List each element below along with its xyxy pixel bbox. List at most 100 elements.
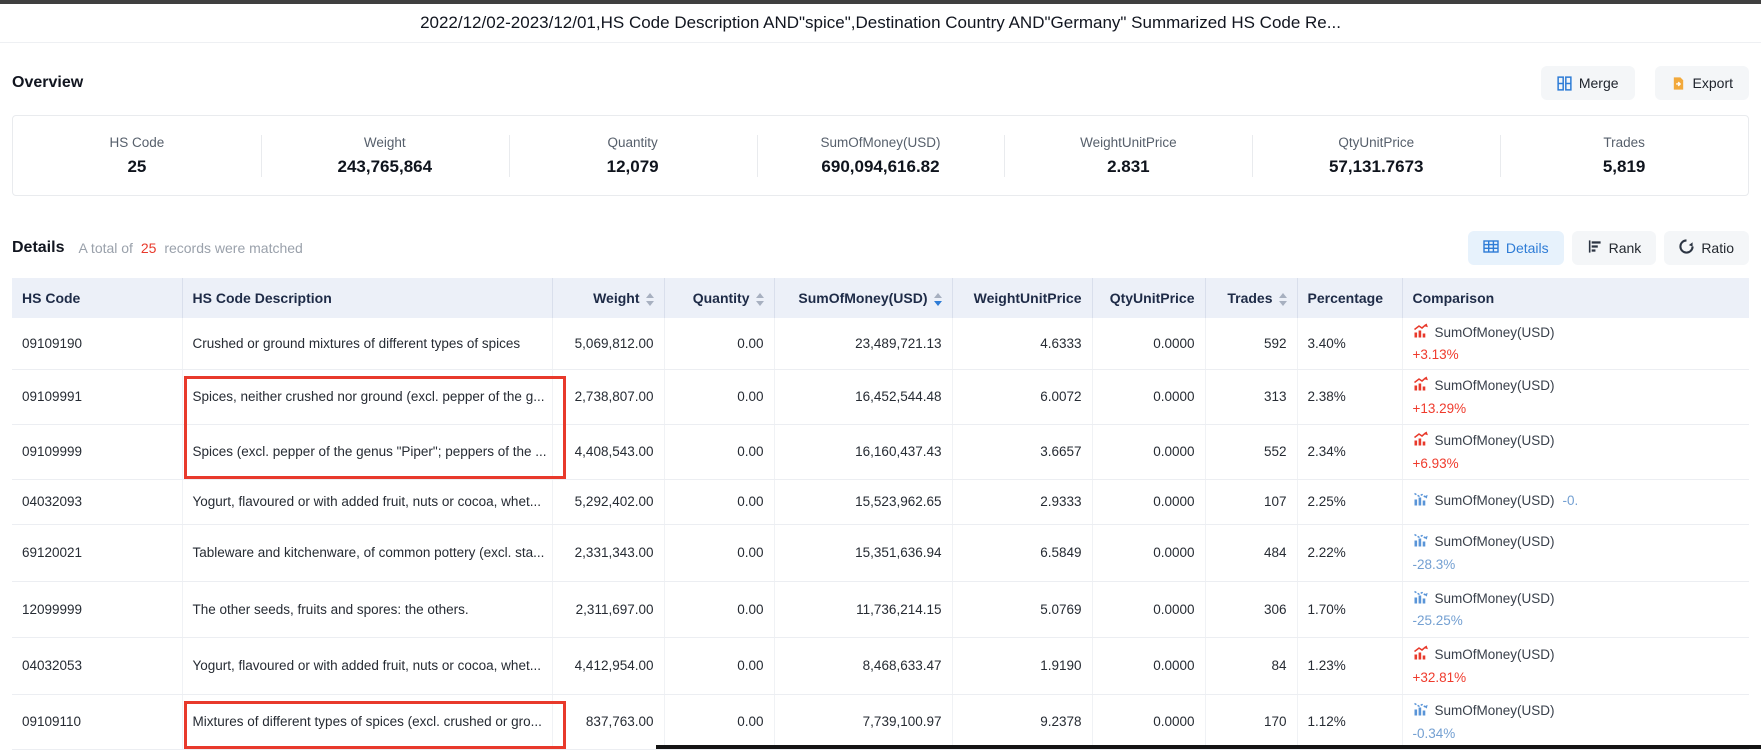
table-row: 69120021Tableware and kitchenware, of co… — [12, 524, 1749, 581]
hs-code-description-cell: Spices, neither crushed nor ground (excl… — [182, 369, 552, 424]
stat-value: 5,819 — [1500, 157, 1748, 177]
sort-carets-icon[interactable] — [934, 293, 942, 306]
trades-cell: 552 — [1205, 424, 1297, 479]
sum-of-money-cell: 16,452,544.48 — [774, 369, 952, 424]
column-header-label: Quantity — [693, 290, 750, 306]
column-header-label: Weight — [593, 290, 639, 306]
hs-code-description-cell: Yogurt, flavoured or with added fruit, n… — [182, 637, 552, 694]
stat-qty-unit-price: QtyUnitPrice 57,131.7673 — [1252, 135, 1500, 177]
stat-value: 57,131.7673 — [1252, 157, 1500, 177]
export-button[interactable]: Export — [1655, 66, 1749, 100]
comparison-metric: SumOfMoney(USD) — [1435, 647, 1555, 663]
sum-of-money-cell: 15,351,636.94 — [774, 524, 952, 581]
hs-code-cell: 09109110 — [12, 694, 182, 749]
weight-cell: 4,412,954.00 — [552, 637, 664, 694]
export-button-label: Export — [1693, 75, 1733, 91]
quantity-cell: 0.00 — [664, 369, 774, 424]
column-header-label: WeightUnitPrice — [974, 290, 1082, 306]
hs-code-cell: 69120021 — [12, 524, 182, 581]
percentage-cell: 2.25% — [1297, 479, 1402, 524]
quantity-cell: 0.00 — [664, 637, 774, 694]
trades-cell: 306 — [1205, 581, 1297, 637]
stat-sum-of-money: SumOfMoney(USD) 690,094,616.82 — [757, 135, 1005, 177]
column-header-weight[interactable]: Weight — [552, 278, 664, 318]
comparison-metric: SumOfMoney(USD) — [1435, 325, 1555, 341]
comparison-metric: SumOfMoney(USD) — [1435, 703, 1555, 719]
comparison-change: +6.93% — [1413, 456, 1740, 472]
view-button-rank[interactable]: Rank — [1572, 231, 1657, 265]
qty-unit-price-cell: 0.0000 — [1092, 479, 1205, 524]
column-header-sumofmoney-usd-[interactable]: SumOfMoney(USD) — [774, 278, 952, 318]
qty-unit-price-cell: 0.0000 — [1092, 318, 1205, 369]
trend-up-chart-icon — [1413, 431, 1429, 451]
summary-suffix: records were matched — [164, 240, 303, 256]
comparison-cell: SumOfMoney(USD) +3.13% — [1402, 318, 1749, 369]
export-file-icon — [1671, 76, 1686, 91]
comparison-cell: SumOfMoney(USD)-0. — [1402, 479, 1749, 524]
quantity-cell: 0.00 — [664, 581, 774, 637]
records-matched-summary: A total of 25 records were matched — [78, 240, 302, 256]
trend-down-chart-icon — [1413, 701, 1429, 721]
weight-cell: 5,292,402.00 — [552, 479, 664, 524]
table-row: 12099999The other seeds, fruits and spor… — [12, 581, 1749, 637]
quantity-cell: 0.00 — [664, 424, 774, 479]
hs-code-cell: 04032053 — [12, 637, 182, 694]
trades-cell: 313 — [1205, 369, 1297, 424]
qty-unit-price-cell: 0.0000 — [1092, 637, 1205, 694]
view-button-details[interactable]: Details — [1468, 231, 1564, 265]
comparison-metric: SumOfMoney(USD) — [1435, 378, 1555, 394]
column-header-label: Comparison — [1413, 290, 1495, 306]
view-button-ratio[interactable]: Ratio — [1664, 231, 1749, 265]
view-button-label: Details — [1506, 240, 1549, 256]
percentage-cell: 2.22% — [1297, 524, 1402, 581]
quantity-cell: 0.00 — [664, 479, 774, 524]
stat-label: Weight — [261, 135, 509, 150]
sum-of-money-cell: 11,736,214.15 — [774, 581, 952, 637]
sort-carets-icon[interactable] — [646, 293, 654, 306]
comparison-cell: SumOfMoney(USD)+32.81% — [1402, 637, 1749, 694]
table-row: 09109110Mixtures of different types of s… — [12, 694, 1749, 749]
comparison-change: -28.3% — [1413, 557, 1740, 573]
weight-cell: 2,331,343.00 — [552, 524, 664, 581]
stat-label: SumOfMoney(USD) — [757, 135, 1005, 150]
table-row: 04032093Yogurt, flavoured or with added … — [12, 479, 1749, 524]
column-header-trades[interactable]: Trades — [1205, 278, 1297, 318]
page-title: 2022/12/02-2023/12/01,HS Code Descriptio… — [420, 13, 1341, 33]
comparison-cell: SumOfMoney(USD)+6.93% — [1402, 424, 1749, 479]
merge-button[interactable]: Merge — [1541, 66, 1635, 100]
qty-unit-price-cell: 0.0000 — [1092, 524, 1205, 581]
view-button-label: Ratio — [1701, 240, 1734, 256]
column-header-weightunitprice: WeightUnitPrice — [952, 278, 1092, 318]
table-header-row: HS CodeHS Code DescriptionWeightQuantity… — [12, 278, 1749, 318]
stat-label: Trades — [1500, 135, 1748, 150]
details-heading: Details — [12, 239, 64, 257]
comparison-metric: SumOfMoney(USD) — [1435, 493, 1555, 509]
screen-bottom-edge — [656, 745, 1761, 749]
title-bar: 2022/12/02-2023/12/01,HS Code Descriptio… — [0, 4, 1761, 43]
qty-unit-price-cell: 0.0000 — [1092, 369, 1205, 424]
weight-cell: 5,069,812.00 — [552, 318, 664, 369]
sum-of-money-cell: 23,489,721.13 — [774, 318, 952, 369]
weight-unit-price-cell: 4.6333 — [952, 318, 1092, 369]
qty-unit-price-cell: 0.0000 — [1092, 694, 1205, 749]
weight-unit-price-cell: 5.0769 — [952, 581, 1092, 637]
hs-code-description-cell: Mixtures of different types of spices (e… — [182, 694, 552, 749]
hs-code-description-cell: Tableware and kitchenware, of common pot… — [182, 524, 552, 581]
sum-of-money-cell: 7,739,100.97 — [774, 694, 952, 749]
weight-unit-price-cell: 3.6657 — [952, 424, 1092, 479]
quantity-cell: 0.00 — [664, 524, 774, 581]
comparison-cell: SumOfMoney(USD)-0.34% — [1402, 694, 1749, 749]
table-grid-icon — [1483, 240, 1499, 256]
sum-of-money-cell: 16,160,437.43 — [774, 424, 952, 479]
merge-icon — [1557, 76, 1572, 91]
weight-cell: 2,311,697.00 — [552, 581, 664, 637]
sum-of-money-cell: 15,523,962.65 — [774, 479, 952, 524]
sort-carets-icon[interactable] — [1279, 293, 1287, 306]
column-header-hs-code-description: HS Code Description — [182, 278, 552, 318]
comparison-change: +3.13% — [1413, 347, 1740, 363]
toolbar: Merge Export — [1541, 66, 1749, 100]
column-header-quantity[interactable]: Quantity — [664, 278, 774, 318]
stat-weight-unit-price: WeightUnitPrice 2.831 — [1004, 135, 1252, 177]
trend-down-chart-icon — [1413, 532, 1429, 552]
sort-carets-icon[interactable] — [756, 293, 764, 306]
